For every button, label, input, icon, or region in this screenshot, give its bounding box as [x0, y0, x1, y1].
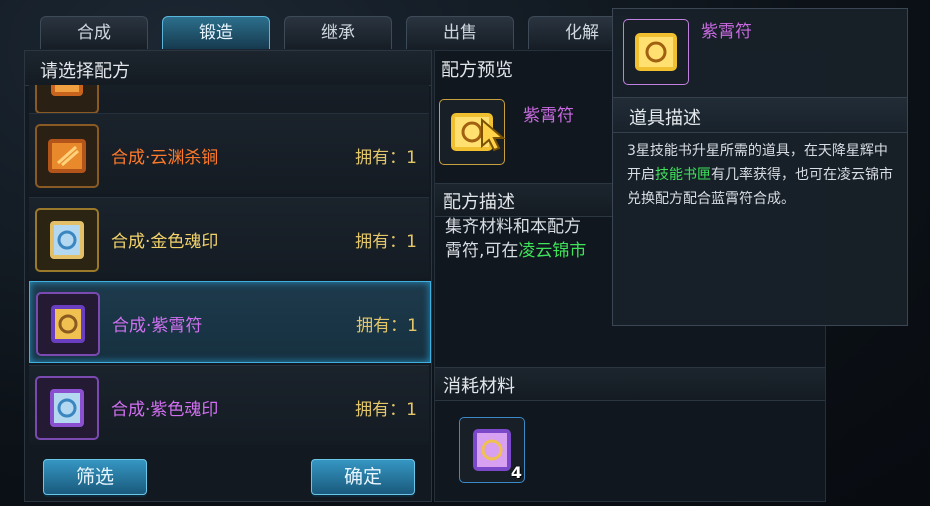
scroll-orange-icon: [35, 124, 99, 188]
tooltip-section-title: 道具描述: [629, 108, 701, 129]
recipe-name: 合成·金色魂印: [111, 232, 219, 252]
confirm-button[interactable]: 确定: [311, 459, 415, 495]
recipe-item[interactable]: 合成·金色魂印 拥有：1: [29, 197, 429, 278]
preview-item-name: 紫霄符: [523, 106, 574, 126]
preview-title: 配方预览: [441, 60, 513, 81]
material-slot[interactable]: 4: [459, 417, 525, 483]
recipe-desc-title: 配方描述: [443, 192, 515, 213]
recipe-name: 合成·云渊杀锏: [111, 148, 219, 168]
talisman-gold-icon: [635, 33, 677, 71]
material-count: 4: [510, 463, 522, 482]
recipe-desc-line: 集齐材料和本配方: [445, 217, 581, 237]
tooltip-description: 3星技能书升星所需的道具，在天降星辉中开启技能书匣有几率获得，也可在凌云锦市兑换…: [627, 143, 893, 207]
materials-header: 消耗材料: [435, 367, 825, 401]
recipe-owned-count: 拥有：1: [356, 316, 418, 336]
recipe-list[interactable]: 合成·云渊杀锏 拥有：1 合成·金色魂印 拥有：1 合成·紫霄符 拥有：1 合成…: [29, 85, 431, 445]
tab-inherit[interactable]: 继承: [284, 16, 392, 49]
recipe-panel-header: 请选择配方: [25, 51, 431, 86]
recipe-panel-title: 请选择配方: [40, 61, 130, 82]
filter-button[interactable]: 筛选: [43, 459, 147, 495]
recipe-item[interactable]: 合成·紫色魂印 拥有：1: [29, 365, 429, 445]
location-link: 凌云锦市: [518, 241, 587, 261]
item-tooltip: 紫霄符 道具描述 3星技能书升星所需的道具，在天降星辉中开启技能书匣有几率获得，…: [612, 8, 908, 326]
tooltip-section-header: 道具描述: [613, 97, 907, 133]
cursor-icon: [481, 118, 506, 152]
recipe-name: 合成·紫色魂印: [111, 400, 219, 420]
tab-bar: 合成 锻造 继承 出售 化解: [40, 16, 636, 50]
recipe-owned-count: 拥有：1: [355, 148, 417, 168]
tab-sell[interactable]: 出售: [406, 16, 514, 49]
scroll-orange-icon: [35, 85, 99, 114]
recipe-panel: 请选择配方 合成·云渊杀锏 拥有：1 合成·金色魂印 拥有：1 合成·紫霄符 拥…: [24, 50, 432, 502]
tooltip-item-name: 紫霄符: [701, 22, 752, 42]
tooltip-item-slot: [623, 19, 689, 85]
materials-title: 消耗材料: [443, 376, 515, 397]
talisman-purple-icon: [35, 376, 99, 440]
highlight-text: 技能书匣: [655, 167, 711, 183]
recipe-owned-count: 拥有：1: [355, 232, 417, 252]
recipe-desc-text: 集齐材料和本配方 霄符,可在凌云锦市: [445, 215, 625, 263]
tab-synthesize[interactable]: 合成: [40, 16, 148, 49]
scroll-purple-icon: [36, 292, 100, 356]
recipe-name: 合成·紫霄符: [112, 316, 203, 336]
tab-forge[interactable]: 锻造: [162, 16, 270, 49]
recipe-item-selected[interactable]: 合成·紫霄符 拥有：1: [29, 281, 431, 363]
talisman-gold-icon: [35, 208, 99, 272]
recipe-item[interactable]: 合成·云渊杀锏 拥有：1: [29, 113, 429, 194]
recipe-owned-count: 拥有：1: [355, 400, 417, 420]
recipe-desc-line: 霄符,可在凌云锦市: [445, 241, 587, 261]
